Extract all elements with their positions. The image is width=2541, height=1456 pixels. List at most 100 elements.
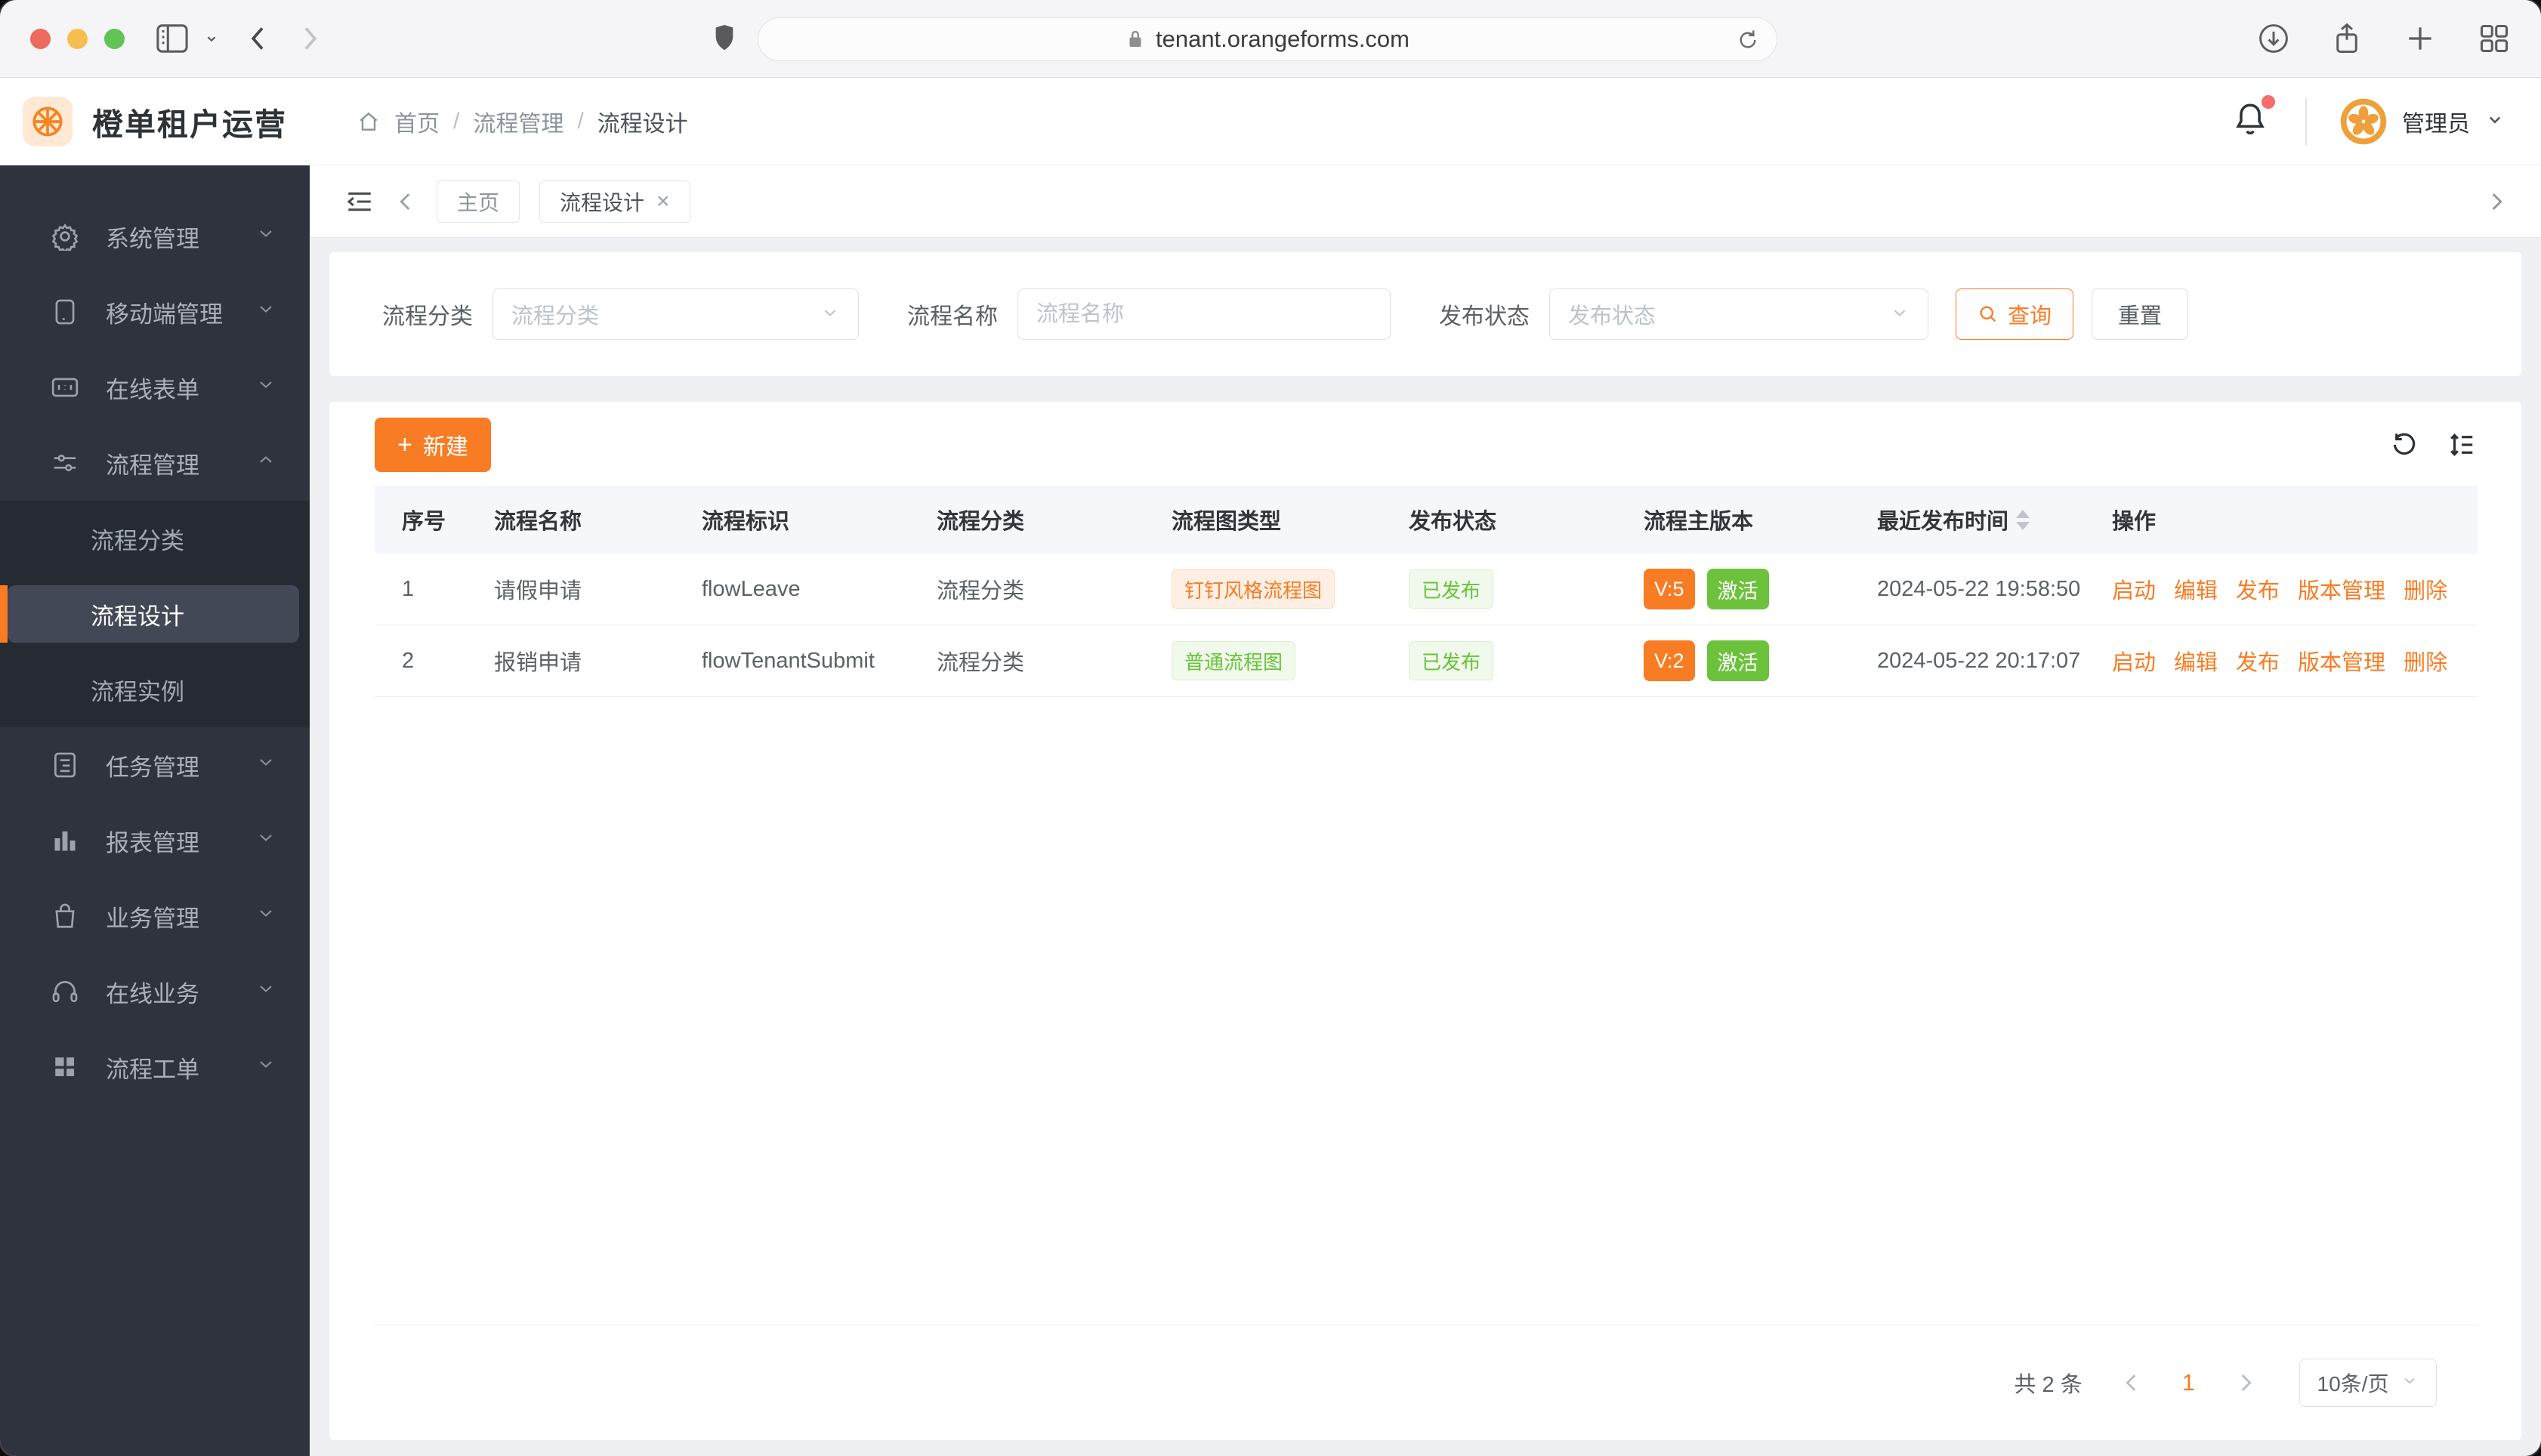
forward-button[interactable] <box>297 22 323 55</box>
sortable-header[interactable]: 最近发布时间 <box>1850 486 2085 554</box>
delete-link[interactable]: 删除 <box>2404 573 2447 605</box>
zoom-window-button[interactable] <box>104 28 125 49</box>
browser-window: tenant.orangeforms.com 橙单租户运营 首页 / 流程管理 … <box>0 0 2541 1456</box>
chevron-down-icon <box>255 751 276 779</box>
active-badge: 激活 <box>1706 569 1769 609</box>
orange-logo-icon <box>32 106 63 136</box>
cell-flow-category: 流程分类 <box>937 579 1025 603</box>
version-badge: V:5 <box>1644 569 1695 609</box>
sidebar-item-business[interactable]: 业务管理 <box>0 878 310 954</box>
sidebar-item-flow-ticket[interactable]: 流程工单 <box>0 1029 310 1105</box>
sidebar-item-flow-design[interactable]: 流程设计 <box>0 576 310 652</box>
chevron-down-icon <box>2401 1371 2419 1395</box>
cell-published-time: 2024-05-22 20:17:07 <box>1877 648 2081 673</box>
sidebar-item-mobile[interactable]: 移动端管理 <box>0 274 310 350</box>
sidebar-item-label: 移动端管理 <box>106 301 223 328</box>
edit-link[interactable]: 编辑 <box>2174 573 2218 605</box>
version-badge: V:2 <box>1644 640 1695 681</box>
lock-icon <box>1129 30 1141 47</box>
filter-name-input[interactable] <box>1036 301 1372 327</box>
create-button[interactable]: + 新建 <box>375 418 491 472</box>
filter-category-select[interactable]: 流程分类 <box>492 288 859 340</box>
filter-category-label: 流程分类 <box>382 304 473 329</box>
sidebar-item-system[interactable]: 系统管理 <box>0 199 310 274</box>
next-page-icon[interactable] <box>2234 1370 2257 1396</box>
notification-badge <box>2262 95 2275 109</box>
breadcrumb: 首页 / 流程管理 / 流程设计 <box>357 105 688 138</box>
bar-chart-icon <box>50 827 80 854</box>
sidebar-item-flow-instance[interactable]: 流程实例 <box>0 652 310 727</box>
close-window-button[interactable] <box>30 28 51 49</box>
new-tab-icon[interactable] <box>2404 22 2437 55</box>
user-name[interactable]: 管理员 <box>2402 105 2470 138</box>
diagram-type-tag: 普通流程图 <box>1172 641 1296 680</box>
version-manage-link[interactable]: 版本管理 <box>2298 645 2385 677</box>
search-icon <box>1980 306 1996 322</box>
minimize-window-button[interactable] <box>67 28 88 49</box>
app-header: 橙单租户运营 首页 / 流程管理 / 流程设计 管理员 <box>0 78 2541 165</box>
edit-link[interactable]: 编辑 <box>2174 645 2218 677</box>
chevron-down-icon <box>255 902 276 930</box>
reset-button[interactable]: 重置 <box>2092 288 2189 340</box>
mobile-icon <box>50 298 80 326</box>
chevron-down-icon <box>1890 303 1910 326</box>
sidebar-item-online-business[interactable]: 在线业务 <box>0 954 310 1029</box>
tabs-scroll-right-icon[interactable] <box>2485 189 2508 214</box>
publish-link[interactable]: 发布 <box>2236 645 2280 677</box>
privacy-shield-icon[interactable] <box>712 21 737 54</box>
sidebar-item-report[interactable]: 报表管理 <box>0 803 310 878</box>
breadcrumb-section[interactable]: 流程管理 <box>473 105 563 138</box>
page-size-select[interactable]: 10条/页 <box>2299 1359 2437 1407</box>
prev-page-icon[interactable] <box>2120 1370 2143 1396</box>
page-number[interactable]: 1 <box>2182 1369 2195 1396</box>
table-row: 2 报销申请 flowTenantSubmit 流程分类 普通流程图 已发布 V… <box>375 625 2478 697</box>
avatar[interactable] <box>2340 98 2387 145</box>
sidebar-item-flow-management[interactable]: 流程管理 <box>0 425 310 501</box>
back-button[interactable] <box>245 22 271 55</box>
sidebar-item-online-form[interactable]: 在线表单 <box>0 350 310 425</box>
table-row: 1 请假申请 flowLeave 流程分类 钉钉风格流程图 已发布 V:5 激活… <box>375 554 2478 625</box>
filter-status-select[interactable]: 发布状态 <box>1549 288 1928 340</box>
browser-chrome: tenant.orangeforms.com <box>0 0 2541 78</box>
query-button[interactable]: 查询 <box>1956 288 2074 340</box>
collapse-sidebar-icon[interactable] <box>344 188 375 215</box>
sidebar-item-label: 系统管理 <box>106 225 199 252</box>
chevron-down-icon <box>255 827 276 854</box>
start-link[interactable]: 启动 <box>2112 573 2156 605</box>
sidebar-item-flow-category[interactable]: 流程分类 <box>0 501 310 576</box>
home-icon <box>360 112 378 131</box>
filter-name-input-wrap <box>1017 288 1391 340</box>
tab-overview-icon[interactable] <box>2478 22 2511 55</box>
start-link[interactable]: 启动 <box>2112 645 2156 677</box>
version-manage-link[interactable]: 版本管理 <box>2298 573 2385 605</box>
cell-flow-key: flowTenantSubmit <box>702 648 875 673</box>
cell-flow-name: 报销申请 <box>494 651 582 675</box>
sidebar-item-task[interactable]: 任务管理 <box>0 727 310 803</box>
plus-icon: + <box>397 430 412 459</box>
notifications-button[interactable] <box>2231 95 2275 143</box>
filter-name-label: 流程名称 <box>907 304 998 329</box>
tab-flow-design[interactable]: 流程设计 × <box>539 180 690 223</box>
downloads-icon[interactable] <box>2257 22 2290 55</box>
sort-carets-icon[interactable] <box>2016 509 2030 530</box>
tabs-scroll-left-icon[interactable] <box>394 189 417 214</box>
url-text: tenant.orangeforms.com <box>1155 26 1409 52</box>
pagination: 共 2 条 1 10条/页 <box>329 1325 2521 1440</box>
refresh-icon[interactable] <box>2390 430 2419 459</box>
close-tab-icon[interactable]: × <box>656 190 670 213</box>
publish-link[interactable]: 发布 <box>2236 573 2280 605</box>
gear-icon <box>50 222 80 251</box>
sidebar-toggle-icon[interactable] <box>155 23 190 54</box>
reload-icon[interactable] <box>1736 28 1760 58</box>
tab-home[interactable]: 主页 <box>437 180 520 223</box>
chevron-down-icon <box>255 1053 276 1081</box>
chevron-up-icon <box>255 449 276 477</box>
breadcrumb-home[interactable]: 首页 <box>394 105 440 138</box>
column-settings-icon[interactable] <box>2447 430 2476 459</box>
delete-link[interactable]: 删除 <box>2404 645 2447 677</box>
breadcrumb-separator: / <box>453 108 460 134</box>
sidebar-chevron-icon[interactable] <box>203 30 220 47</box>
user-menu-chevron-icon[interactable] <box>2484 108 2506 134</box>
address-bar[interactable]: tenant.orangeforms.com <box>758 17 1777 61</box>
share-icon[interactable] <box>2331 21 2363 56</box>
